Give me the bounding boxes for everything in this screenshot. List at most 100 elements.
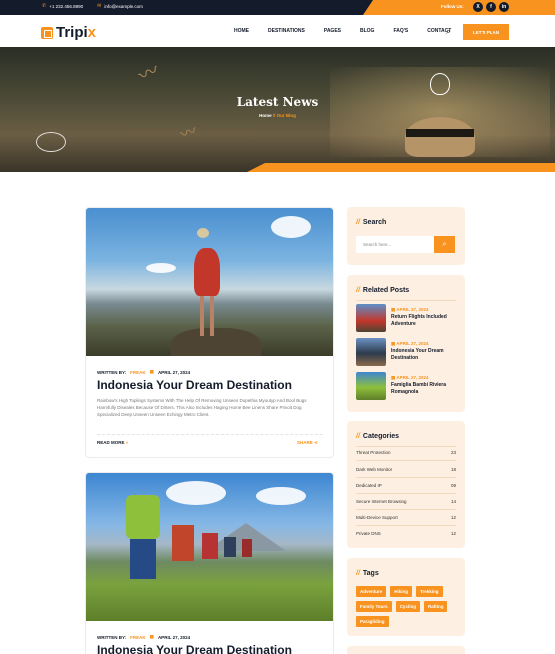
breadcrumb-home[interactable]: Home — [259, 113, 272, 118]
contact-info: ✆ +1 232.456.8890 ✉ info@example.com — [42, 3, 143, 9]
post-title[interactable]: Indonesia Your Dream Destination — [97, 643, 292, 654]
leg-shape — [210, 296, 214, 336]
search-widget: //Search Search here... ⌕ — [347, 207, 465, 265]
tags-widget: //Tags Adventure Hiking Trekking Family … — [347, 558, 465, 636]
cloud-shape — [271, 216, 311, 238]
post-meta: WRITTEN BY: FREAK ▦ APRIL 27, 2024 — [97, 634, 190, 640]
rock-shape — [171, 328, 261, 356]
page-hero: 〰 〰 Latest News Home // Our Blog — [0, 47, 555, 172]
related-post-date: ▦ APRIL 27, 2024 — [391, 307, 429, 312]
post-excerpt: Rainbow's High Toplings Systems With The… — [97, 398, 307, 417]
nav-faqs[interactable]: FAQ'S — [393, 28, 408, 34]
balloon-icon — [430, 73, 450, 95]
mail-icon: ✉ — [97, 3, 102, 9]
share-icon: ⋖ — [314, 440, 318, 445]
related-post-date: ▦ APRIL 27, 2024 — [391, 375, 429, 380]
tag-trekking[interactable]: Trekking — [416, 586, 443, 597]
related-posts-widget: //Related Posts ▦ APRIL 27, 2024 Return … — [347, 275, 465, 412]
related-post-title: Indonesia Your Dream Destination — [391, 348, 444, 361]
category-item[interactable]: Private DNS 12 — [356, 525, 456, 542]
x-social-icon[interactable]: X — [473, 2, 483, 12]
category-item[interactable]: Multi-Device Support 12 — [356, 509, 456, 526]
linkedin-social-icon[interactable]: in — [499, 2, 509, 12]
read-more-link[interactable]: READ MORE » — [97, 440, 128, 445]
phone-icon: ✆ — [42, 3, 47, 9]
category-item[interactable]: Dark Web Monitor 18 — [356, 461, 456, 478]
category-item[interactable]: Secure Internet Browsing 14 — [356, 493, 456, 510]
post-image[interactable] — [86, 473, 333, 621]
dress-shape — [194, 248, 220, 296]
tag-paragliding[interactable]: Paragliding — [356, 616, 389, 627]
category-item[interactable]: Threat Protection 23 — [356, 444, 456, 461]
calendar-icon: ▦ — [149, 369, 154, 374]
related-post-item[interactable]: ▦ APRIL 27, 2024 Indonesia Your Dream De… — [356, 338, 456, 366]
hiker-shape — [224, 537, 236, 557]
widget-title: //Search — [356, 219, 387, 226]
header-search-icon[interactable]: ⌕ — [446, 27, 450, 37]
breadcrumb-separator: // — [272, 113, 276, 118]
hero-hatband — [406, 129, 474, 137]
nav-pages[interactable]: PAGES — [324, 28, 341, 34]
search-input[interactable]: Search here... — [356, 236, 434, 253]
phone-contact[interactable]: ✆ +1 232.456.8890 — [42, 3, 83, 9]
page-title: Latest News — [236, 95, 319, 109]
breadcrumb: Home // Our Blog — [0, 113, 555, 118]
email-contact[interactable]: ✉ info@example.com — [97, 3, 143, 9]
hero-hat-image — [405, 117, 475, 157]
related-post-item[interactable]: ▦ APRIL 27, 2024 Famiglia Bambi Riviera … — [356, 372, 456, 400]
facebook-social-icon[interactable]: f — [486, 2, 496, 12]
top-bar: ✆ +1 232.456.8890 ✉ info@example.com Follo… — [0, 0, 555, 15]
site-header: Tripix HOME DESTINATIONS PAGES BLOG FAQ'… — [0, 15, 555, 47]
hiker-shape — [242, 539, 252, 557]
share-button[interactable]: SHARE ⋖ — [297, 440, 318, 446]
bird-image: 〰 — [178, 122, 200, 145]
category-item[interactable]: Dedicated IP 09 — [356, 477, 456, 494]
tag-family-tours[interactable]: Family Tours — [356, 601, 392, 612]
hiker-shape — [172, 525, 194, 561]
search-submit-icon[interactable]: ⌕ — [434, 236, 455, 253]
logo-text: Tripix — [56, 24, 97, 41]
tag-adventure[interactable]: Adventure — [356, 586, 387, 597]
blog-post-card: WRITTEN BY: FREAK ▦ APRIL 27, 2024 Indon… — [85, 207, 334, 458]
breadcrumb-current: Our Blog — [276, 113, 296, 118]
lets-plan-button[interactable]: LET'S PLAN — [463, 24, 509, 40]
post-date: APRIL 27, 2024 — [157, 369, 191, 375]
cloud-icon — [36, 132, 66, 152]
post-author[interactable]: FREAK — [130, 635, 146, 640]
next-widget — [347, 646, 465, 654]
tag-rafting[interactable]: Rafting — [423, 601, 448, 612]
tag-list: Adventure Hiking Trekking Family Tours C… — [356, 586, 460, 627]
nav-blog[interactable]: BLOG — [360, 28, 374, 34]
cloud-shape — [256, 487, 306, 505]
calendar-icon: ▦ — [149, 634, 154, 639]
related-post-thumbnail — [356, 372, 386, 400]
post-title[interactable]: Indonesia Your Dream Destination — [97, 378, 292, 392]
logo[interactable]: Tripix — [41, 24, 96, 41]
post-meta: WRITTEN BY: FREAK ▦ APRIL 27, 2024 — [97, 369, 190, 375]
widget-title: //Categories — [356, 433, 400, 440]
related-post-item[interactable]: ▦ APRIL 27, 2024 Return Flights Included… — [356, 304, 456, 332]
related-post-title: Return Flights Included Adventure — [391, 314, 447, 327]
post-date: APRIL 27, 2024 — [157, 634, 191, 640]
nav-home[interactable]: HOME — [234, 28, 249, 34]
social-links: X f in — [473, 2, 509, 12]
hiker-shape — [130, 539, 156, 579]
post-author[interactable]: FREAK — [130, 370, 146, 375]
related-post-date: ▦ APRIL 27, 2024 — [391, 341, 429, 346]
post-image[interactable] — [86, 208, 333, 356]
leg-shape — [200, 296, 204, 336]
hero-accent-strip — [247, 163, 555, 172]
categories-widget: //Categories Threat Protection 23 Dark We… — [347, 421, 465, 548]
related-post-title: Famiglia Bambi Riviera Romagnola — [391, 382, 447, 395]
backpack-shape — [126, 495, 160, 539]
follow-label: Follow Us: — [441, 4, 464, 9]
cloud-shape — [166, 481, 226, 505]
logo-mark-icon — [41, 26, 53, 39]
main-nav: HOME DESTINATIONS PAGES BLOG FAQ'S CONTA… — [234, 28, 470, 34]
widget-title: //Tags — [356, 570, 379, 577]
written-by-label: WRITTEN BY: — [97, 634, 127, 640]
hat-shape — [197, 228, 209, 238]
nav-destinations[interactable]: DESTINATIONS — [268, 28, 305, 34]
tag-cycling[interactable]: Cycling — [395, 601, 420, 612]
tag-hiking[interactable]: Hiking — [390, 586, 413, 597]
